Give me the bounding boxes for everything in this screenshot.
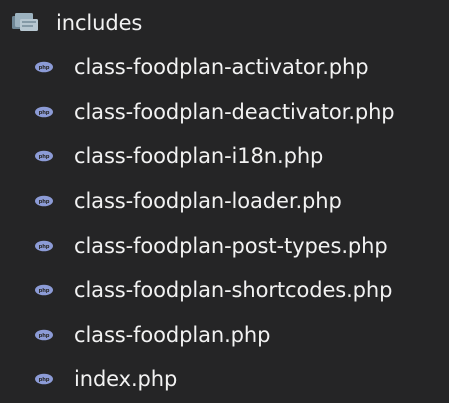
- svg-text:php: php: [39, 378, 50, 384]
- folder-label: includes: [56, 11, 143, 35]
- svg-text:php: php: [39, 244, 50, 250]
- php-file-icon: php: [32, 238, 56, 254]
- file-label: class-foodplan-post-types.php: [74, 233, 388, 258]
- svg-text:php: php: [39, 110, 50, 116]
- file-label: class-foodplan-loader.php: [74, 189, 342, 214]
- file-row-class-foodplan-activator[interactable]: php class-foodplan-activator.php: [0, 45, 449, 90]
- file-row-class-foodplan-deactivator[interactable]: php class-foodplan-deactivator.php: [0, 90, 449, 135]
- php-file-icon: php: [32, 104, 56, 120]
- file-row-class-foodplan-post-types[interactable]: php class-foodplan-post-types.php: [0, 223, 449, 268]
- file-row-index[interactable]: php index.php: [0, 357, 449, 402]
- svg-text:php: php: [39, 288, 50, 294]
- svg-text:php: php: [39, 65, 50, 71]
- folder-open-icon: [10, 10, 44, 36]
- folder-row-includes[interactable]: includes: [0, 1, 449, 45]
- php-file-icon: php: [32, 148, 56, 164]
- php-file-icon: php: [32, 193, 56, 209]
- php-file-icon: php: [32, 59, 56, 75]
- php-file-icon: php: [32, 282, 56, 298]
- svg-text:php: php: [39, 333, 50, 339]
- file-row-class-foodplan-i18n[interactable]: php class-foodplan-i18n.php: [0, 134, 449, 179]
- file-label: class-foodplan-deactivator.php: [74, 99, 395, 124]
- php-file-icon: php: [32, 327, 56, 343]
- file-label: index.php: [74, 367, 178, 392]
- file-label: class-foodplan-activator.php: [74, 55, 369, 80]
- file-row-class-foodplan-shortcodes[interactable]: php class-foodplan-shortcodes.php: [0, 268, 449, 313]
- svg-text:php: php: [39, 199, 50, 205]
- file-label: class-foodplan-i18n.php: [74, 144, 324, 169]
- file-label: class-foodplan.php: [74, 322, 271, 347]
- file-label: class-foodplan-shortcodes.php: [74, 278, 393, 303]
- file-explorer-tree: includes php class-foodplan-activator.ph…: [0, 0, 449, 403]
- php-file-icon: php: [32, 371, 56, 387]
- svg-text:php: php: [39, 155, 50, 161]
- file-row-class-foodplan-loader[interactable]: php class-foodplan-loader.php: [0, 179, 449, 224]
- file-row-class-foodplan[interactable]: php class-foodplan.php: [0, 313, 449, 358]
